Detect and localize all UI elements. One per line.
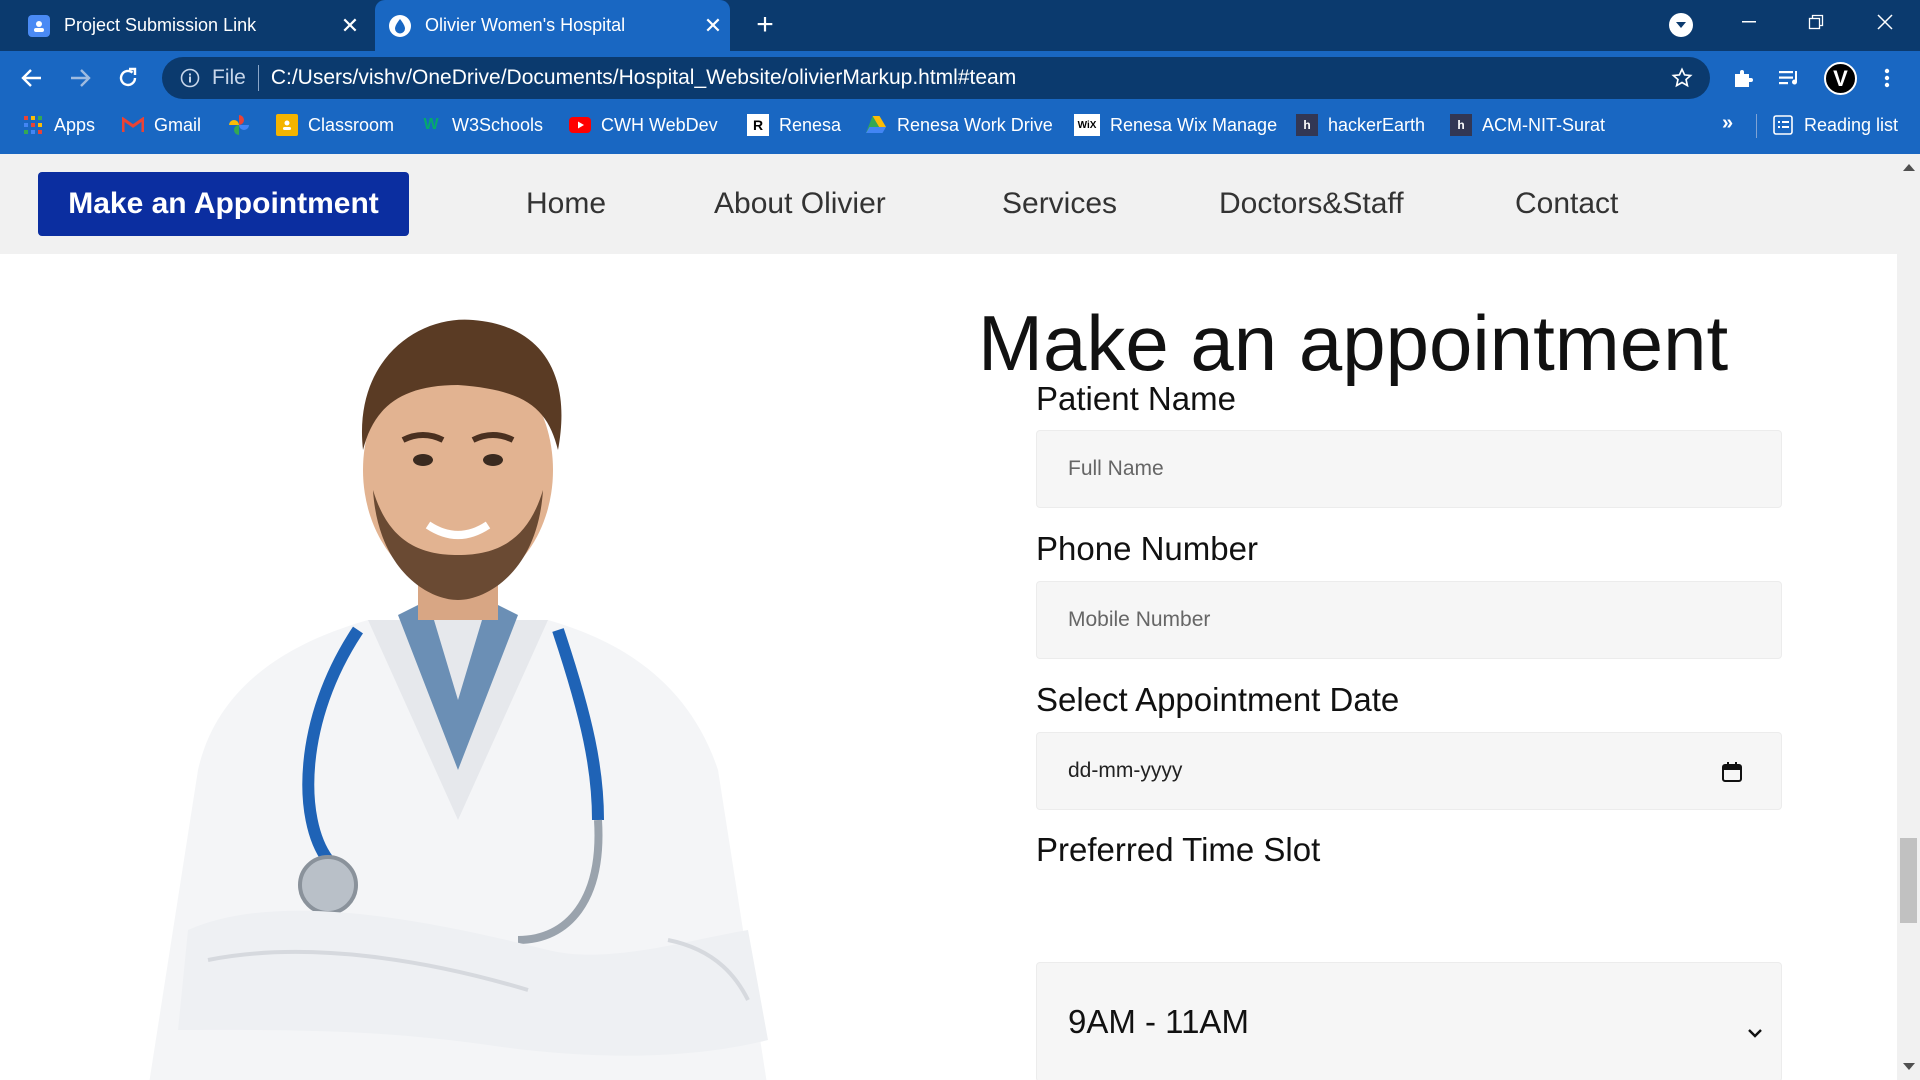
chevron-down-icon	[1747, 1009, 1765, 1038]
tab-project-submission[interactable]: Project Submission Link ✕	[14, 0, 367, 51]
form-title: Make an appointment	[978, 299, 1729, 387]
google-photos-icon	[228, 114, 250, 136]
bookmark-label: hackerEarth	[1328, 114, 1426, 135]
hospital-drop-icon	[389, 14, 411, 37]
doctor-image	[149, 319, 768, 1080]
new-tab-button[interactable]: +	[748, 8, 782, 42]
w3schools-icon: W	[423, 116, 439, 133]
time-slot-value: 9AM - 11AM	[1068, 1003, 1249, 1040]
patient-name-label: Patient Name	[1036, 380, 1236, 417]
scroll-down-arrow-icon[interactable]	[1903, 1063, 1915, 1070]
bookmark-photos[interactable]	[228, 104, 260, 146]
bookmark-label: Renesa Wix Manage	[1110, 114, 1278, 135]
extensions-puzzle-icon[interactable]	[1726, 61, 1760, 95]
tab-search-icon[interactable]	[1669, 13, 1693, 37]
profile-avatar[interactable]: V	[1824, 62, 1857, 95]
tab-title: Olivier Women's Hospital	[425, 15, 626, 35]
bookmark-label: CWH WebDev	[601, 114, 718, 135]
close-tab-icon[interactable]: ✕	[696, 13, 730, 39]
bookmark-label: Classroom	[308, 114, 395, 135]
reading-list-icon	[1772, 114, 1794, 136]
bookmark-label: W3Schools	[452, 114, 544, 135]
bookmark-renesa-drive[interactable]: Renesa Work Drive	[865, 104, 1053, 146]
page-viewport: Make an Appointment Home About Olivier S…	[0, 154, 1897, 1080]
calendar-icon[interactable]	[1721, 761, 1743, 783]
time-slot-label: Preferred Time Slot	[1036, 831, 1321, 868]
bookmark-label: Renesa Work Drive	[897, 114, 1053, 135]
scroll-up-arrow-icon[interactable]	[1903, 164, 1915, 171]
bookmark-acm-nit-surat[interactable]: h ACM-NIT-Surat	[1450, 104, 1605, 146]
media-queue-icon[interactable]	[1773, 61, 1807, 95]
phone-number-input[interactable]: Mobile Number	[1036, 581, 1782, 659]
bookmark-cwh[interactable]: CWH WebDev	[569, 104, 718, 146]
nav-doctors-staff[interactable]: Doctors&Staff	[1219, 187, 1404, 221]
bookmark-label: Apps	[54, 114, 96, 135]
bookmark-hackerearth[interactable]: h hackerEarth	[1296, 104, 1425, 146]
bookmark-w3schools[interactable]: W W3Schools	[420, 104, 543, 146]
wix-icon: WiX	[1074, 114, 1100, 136]
tab-title: Project Submission Link	[64, 15, 257, 35]
close-window-icon[interactable]	[1857, 0, 1913, 44]
url-scheme: File	[212, 66, 246, 89]
bookmark-renesa[interactable]: R Renesa	[747, 104, 841, 146]
make-appointment-button[interactable]: Make an Appointment	[38, 172, 409, 236]
page-scrollbar[interactable]	[1897, 154, 1920, 1080]
bookmark-star-icon[interactable]	[1668, 64, 1696, 92]
nav-home[interactable]: Home	[526, 187, 606, 221]
reload-icon[interactable]	[110, 60, 146, 96]
gmail-icon	[122, 114, 144, 136]
address-bar[interactable]: File C:/Users/vishv/OneDrive/Documents/H…	[162, 57, 1710, 99]
classroom-icon	[276, 114, 298, 136]
bookmark-label: Renesa	[779, 114, 842, 135]
google-classroom-icon	[28, 14, 50, 37]
nav-contact[interactable]: Contact	[1515, 187, 1618, 221]
scroll-thumb[interactable]	[1900, 838, 1917, 923]
bookmark-label: Gmail	[154, 114, 202, 135]
divider	[1756, 114, 1757, 138]
url-text[interactable]: C:/Users/vishv/OneDrive/Documents/Hospit…	[271, 66, 1668, 90]
date-value: dd-mm-yyyy	[1068, 759, 1183, 782]
time-slot-select[interactable]: 9AM - 11AM	[1036, 962, 1782, 1080]
bookmark-gmail[interactable]: Gmail	[122, 104, 201, 146]
hackerearth-icon: h	[1296, 114, 1318, 136]
google-drive-icon	[865, 114, 887, 136]
browser-toolbar: File C:/Users/vishv/OneDrive/Documents/H…	[0, 51, 1920, 104]
minimize-icon[interactable]	[1721, 0, 1777, 44]
tab-olivier-hospital[interactable]: Olivier Women's Hospital ✕	[375, 0, 730, 51]
patient-name-input[interactable]: Full Name	[1036, 430, 1782, 508]
renesa-icon: R	[747, 114, 769, 136]
bookmark-classroom[interactable]: Classroom	[276, 104, 394, 146]
bookmark-apps[interactable]: Apps	[22, 104, 95, 146]
reading-list-button[interactable]: Reading list	[1772, 104, 1898, 146]
bookmarks-bar: Apps Gmail Classroom W W3Schools CWH Web…	[0, 104, 1920, 154]
bookmark-label: ACM-NIT-Surat	[1482, 114, 1606, 135]
bookmark-renesa-wix[interactable]: WiX Renesa Wix Manage	[1074, 104, 1277, 146]
youtube-icon	[569, 114, 591, 136]
hackerearth-icon: h	[1450, 114, 1472, 136]
close-tab-icon[interactable]: ✕	[333, 13, 367, 39]
back-icon[interactable]	[14, 60, 50, 96]
appointment-date-label: Select Appointment Date	[1036, 681, 1400, 718]
apps-grid-icon	[22, 114, 44, 136]
nav-about[interactable]: About Olivier	[714, 187, 886, 221]
phone-number-label: Phone Number	[1036, 530, 1258, 567]
restore-icon[interactable]	[1788, 0, 1844, 44]
bookmarks-overflow-button[interactable]: »	[1722, 112, 1733, 135]
site-navbar: Make an Appointment Home About Olivier S…	[0, 154, 1897, 254]
forward-icon[interactable]	[62, 60, 98, 96]
reading-list-label: Reading list	[1804, 114, 1899, 135]
appointment-date-input[interactable]: dd-mm-yyyy	[1036, 732, 1782, 810]
nav-services[interactable]: Services	[1002, 187, 1117, 221]
info-icon[interactable]	[178, 66, 202, 90]
browser-tabstrip: Project Submission Link ✕ Olivier Women'…	[0, 0, 1920, 51]
more-menu-icon[interactable]	[1870, 61, 1904, 95]
divider	[257, 65, 259, 91]
